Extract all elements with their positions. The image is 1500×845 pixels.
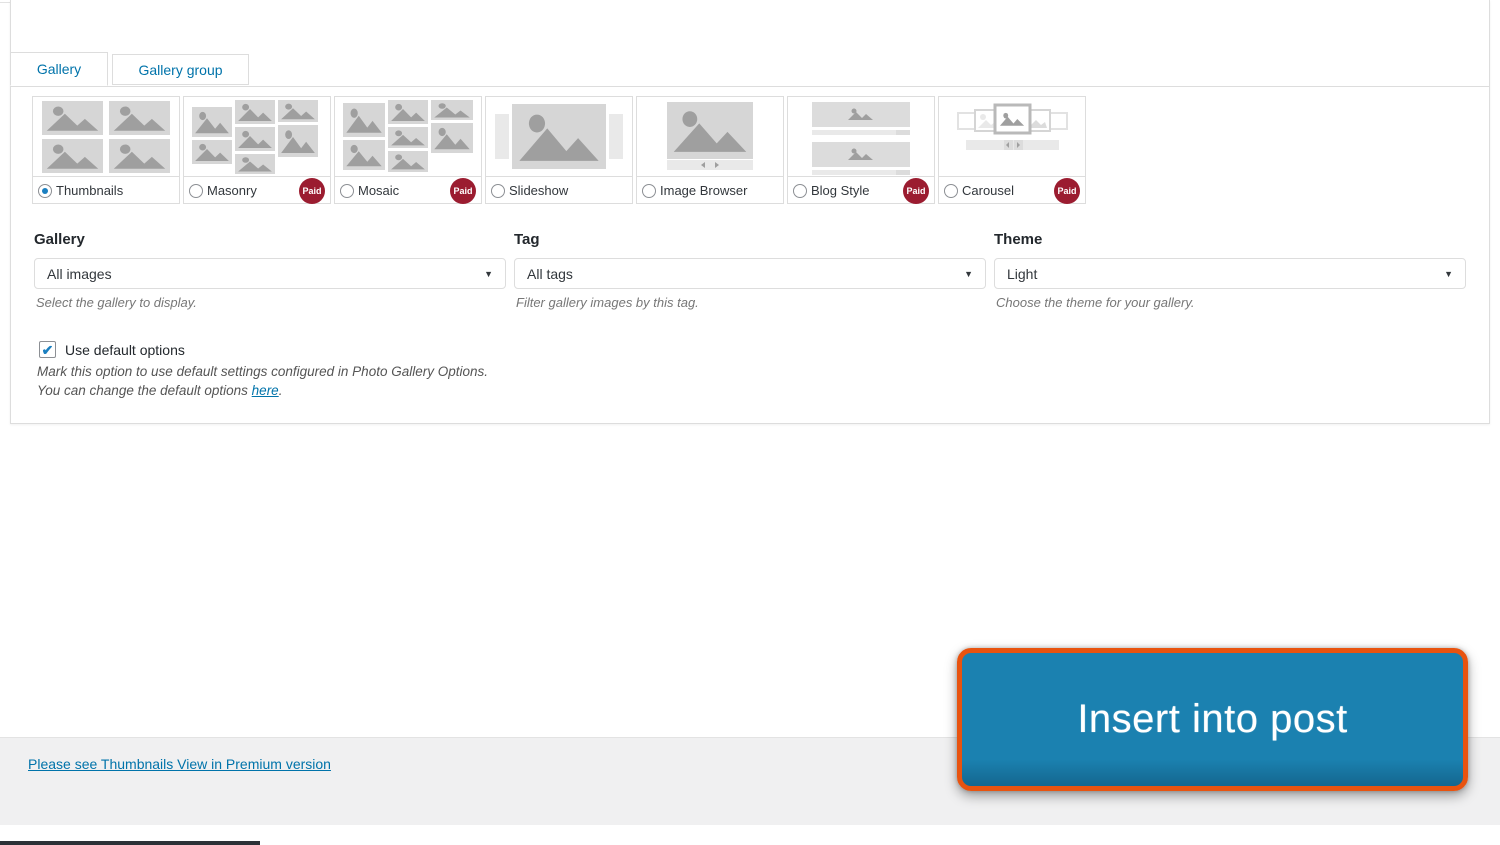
default-options-note-1: Mark this option to use default settings… (37, 364, 488, 379)
image-browser-preview-icon (637, 97, 783, 176)
premium-version-link[interactable]: Please see Thumbnails View in Premium ve… (28, 756, 331, 772)
mosaic-preview-icon (335, 97, 481, 176)
paid-badge: Paid (903, 177, 929, 204)
chevron-down-icon: ▼ (964, 268, 973, 279)
theme-field-label: Theme (994, 231, 1043, 248)
card-label: Image Browser (660, 183, 748, 198)
gallery-select[interactable]: All images ▼ (34, 258, 506, 289)
theme-field-caption: Choose the theme for your gallery. (996, 295, 1195, 310)
slideshow-preview-icon (486, 97, 632, 176)
paid-badge: Paid (299, 177, 325, 204)
radio-slideshow[interactable] (491, 183, 505, 198)
tab-bar: Gallery Gallery group (10, 52, 1489, 87)
paid-badge: Paid (1054, 177, 1080, 204)
card-label: Slideshow (509, 183, 569, 198)
note-2-prefix: You can change the default options (37, 383, 252, 398)
type-card-blog-style[interactable]: Blog Style Paid (787, 96, 935, 204)
card-label: Thumbnails (56, 183, 124, 198)
tag-select-value: All tags (527, 265, 573, 282)
card-label: Mosaic (358, 183, 400, 198)
type-card-image-browser[interactable]: Image Browser (636, 96, 784, 204)
insert-into-post-button[interactable]: Insert into post (957, 648, 1468, 791)
insert-into-post-label: Insert into post (1077, 697, 1348, 741)
default-options-note-2: You can change the default options here. (37, 383, 282, 398)
radio-masonry[interactable] (189, 183, 203, 198)
radio-blog-style[interactable] (793, 183, 807, 198)
radio-carousel[interactable] (944, 183, 958, 198)
gallery-select-value: All images (47, 265, 112, 282)
radio-image-browser[interactable] (642, 183, 656, 198)
masonry-preview-icon (184, 97, 330, 176)
radio-thumbnails[interactable] (38, 183, 52, 198)
chevron-down-icon: ▼ (484, 268, 493, 279)
type-card-mosaic[interactable]: Mosaic Paid (334, 96, 482, 204)
gallery-type-cards: Thumbnails Masonry Paid Mosaic Paid Slid… (32, 96, 1086, 204)
change-default-options-link[interactable]: here (252, 383, 279, 398)
card-label: Blog Style (811, 183, 870, 198)
blog-style-preview-icon (788, 97, 934, 176)
tab-gallery[interactable]: Gallery (10, 52, 108, 86)
theme-select-value: Light (1007, 265, 1038, 282)
tag-field-label: Tag (514, 231, 540, 248)
note-2-suffix: . (278, 383, 283, 398)
tag-field-caption: Filter gallery images by this tag. (516, 295, 699, 310)
window-artifact-bottom-bar (0, 841, 260, 845)
type-card-carousel[interactable]: Carousel Paid (938, 96, 1086, 204)
use-default-options-checkbox[interactable]: ✔ (39, 341, 56, 358)
type-card-masonry[interactable]: Masonry Paid (183, 96, 331, 204)
chevron-down-icon: ▼ (1444, 268, 1453, 279)
paid-badge: Paid (450, 177, 476, 204)
card-label: Carousel (962, 183, 1015, 198)
dialog-panel: Gallery Gallery group Thumbnails Masonry… (10, 0, 1490, 424)
type-card-slideshow[interactable]: Slideshow (485, 96, 633, 204)
thumbnails-preview-icon (33, 97, 179, 176)
gallery-field-caption: Select the gallery to display. (36, 295, 197, 310)
use-default-options-label: Use default options (65, 341, 185, 358)
tag-select[interactable]: All tags ▼ (514, 258, 986, 289)
tab-gallery-group[interactable]: Gallery group (112, 54, 249, 85)
use-default-options-row: ✔ Use default options (39, 341, 185, 358)
card-label: Masonry (207, 183, 257, 198)
gallery-field-label: Gallery (34, 231, 85, 248)
type-card-thumbnails[interactable]: Thumbnails (32, 96, 180, 204)
insert-gallery-dialog: ✕ Gallery Gallery group Thumbnails (0, 0, 1500, 845)
theme-select[interactable]: Light ▼ (994, 258, 1466, 289)
carousel-preview-icon (939, 97, 1085, 176)
radio-mosaic[interactable] (340, 183, 354, 198)
